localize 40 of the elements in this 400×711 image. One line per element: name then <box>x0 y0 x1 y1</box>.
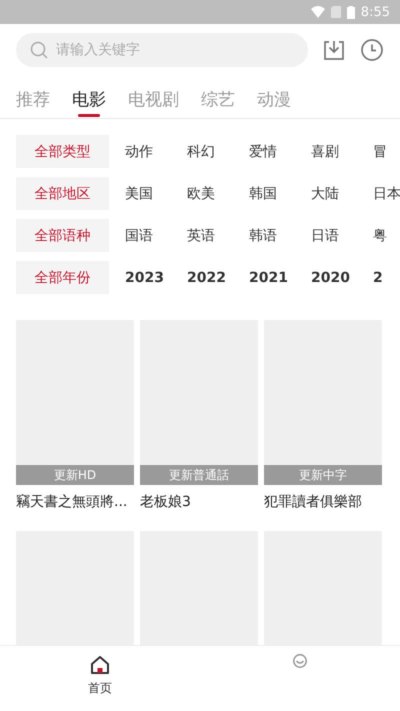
movie-title[interactable]: 犯罪讀者俱樂部 <box>264 485 382 521</box>
filter-option[interactable]: 日语 <box>311 226 373 244</box>
filter-all-button[interactable]: 全部类型 <box>16 135 109 168</box>
download-icon[interactable] <box>322 38 346 62</box>
filter-option[interactable]: 爱情 <box>249 142 311 160</box>
battery-icon <box>346 6 355 18</box>
filter-option[interactable]: 大陆 <box>311 184 373 202</box>
filter-option[interactable]: 美国 <box>125 184 187 202</box>
filter-option[interactable]: 科幻 <box>187 142 249 160</box>
filter-all-button[interactable]: 全部地区 <box>16 177 109 210</box>
filter-option[interactable]: 2022 <box>187 270 249 286</box>
movie-title[interactable]: 竊天書之無頭將... <box>16 485 134 521</box>
movie-title[interactable]: 老板娘3 <box>140 485 258 521</box>
filter-option[interactable]: 粤 <box>373 226 400 244</box>
search-icon <box>30 41 48 59</box>
clock-time: 8:55 <box>360 4 390 20</box>
smiley-icon <box>293 654 307 668</box>
update-badge: 更新HD <box>16 465 134 485</box>
filter-option[interactable]: 动作 <box>125 142 187 160</box>
history-icon[interactable] <box>360 38 384 62</box>
filter-option[interactable]: 冒 <box>373 142 400 160</box>
filter-option[interactable]: 英语 <box>187 226 249 244</box>
filter-option[interactable]: 喜剧 <box>311 142 373 160</box>
search-field[interactable]: 请输入关键字 <box>16 33 308 67</box>
filter-option[interactable]: 韩国 <box>249 184 311 202</box>
filter-option[interactable]: 2 <box>373 270 400 286</box>
update-badge: 更新普通話 <box>140 465 258 485</box>
filter-all-button[interactable]: 全部语种 <box>16 219 109 252</box>
filter-option[interactable]: 2023 <box>125 270 187 286</box>
filter-option[interactable]: 2020 <box>311 270 373 286</box>
filter-option[interactable]: 2021 <box>249 270 311 286</box>
filter-option[interactable]: 国语 <box>125 226 187 244</box>
nav-item[interactable]: 首页 <box>0 646 200 711</box>
filter-option[interactable]: 欧美 <box>187 184 249 202</box>
no-sim-icon <box>330 6 341 18</box>
filter-option[interactable]: 韩语 <box>249 226 311 244</box>
filter-all-button[interactable]: 全部年份 <box>16 261 109 294</box>
home-icon <box>89 654 111 676</box>
update-badge: 更新中字 <box>264 465 382 485</box>
wifi-icon <box>310 6 325 18</box>
